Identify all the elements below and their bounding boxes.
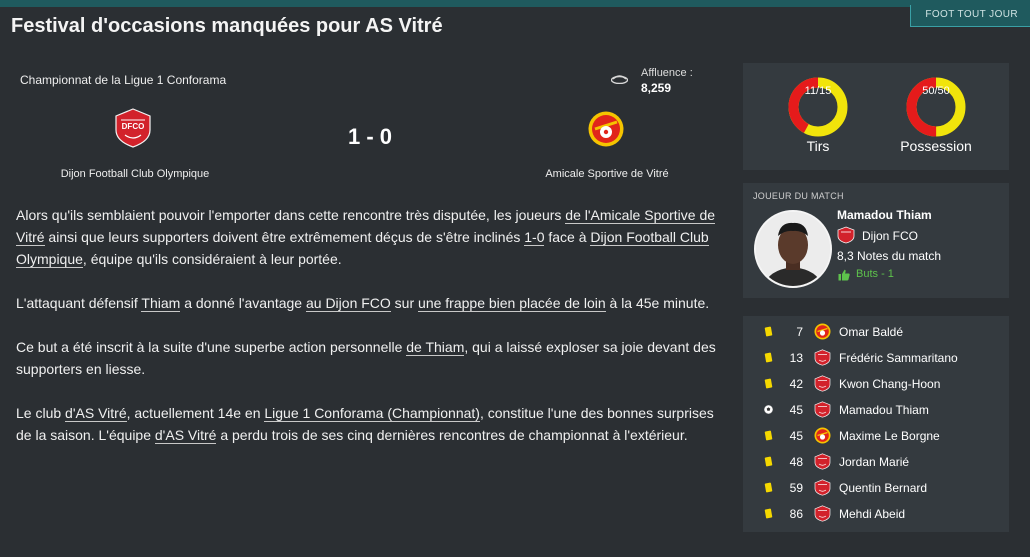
dijon-badge-icon bbox=[814, 453, 831, 470]
dijon-badge-icon bbox=[814, 479, 831, 496]
yellow-card-icon bbox=[764, 456, 773, 467]
event-row[interactable]: 42 Kwon Chang-Hoon bbox=[743, 371, 1009, 397]
event-player-name[interactable]: Frédéric Sammaritano bbox=[839, 351, 958, 365]
article-link[interactable]: au Dijon FCO bbox=[305, 295, 391, 312]
event-row[interactable]: 7 Omar Baldé bbox=[743, 319, 1009, 345]
event-minute: 7 bbox=[796, 325, 803, 339]
event-minute: 45 bbox=[789, 403, 803, 417]
article-text: à la 45e minute. bbox=[605, 295, 710, 311]
event-minute: 86 bbox=[789, 507, 803, 521]
article-link[interactable]: d'AS Vitré bbox=[154, 427, 217, 444]
event-minute: 42 bbox=[789, 377, 803, 391]
dijon-badge-icon bbox=[814, 375, 831, 392]
event-player-name[interactable]: Quentin Bernard bbox=[839, 481, 927, 495]
source-tag[interactable]: FOOT TOUT JOUR bbox=[910, 5, 1030, 27]
player-avatar[interactable] bbox=[754, 210, 832, 288]
article-paragraph: Alors qu'ils semblaient pouvoir l'emport… bbox=[16, 204, 716, 270]
match-stats-panel: 11/15 Tirs 50/50 Possession bbox=[743, 63, 1009, 170]
yellow-card-icon bbox=[764, 326, 773, 337]
article-link[interactable]: 1-0 bbox=[524, 229, 545, 246]
vitre-badge-icon bbox=[814, 323, 831, 340]
article-text: Le club bbox=[16, 405, 66, 421]
article-paragraph: L'attaquant défensif Thiam a donné l'ava… bbox=[16, 292, 716, 314]
motm-title: JOUEUR DU MATCH bbox=[753, 191, 844, 201]
event-minute: 45 bbox=[789, 429, 803, 443]
away-team-name[interactable]: Amicale Sportive de Vitré bbox=[492, 168, 722, 180]
news-article: Alors qu'ils semblaient pouvoir l'emport… bbox=[16, 204, 716, 468]
yellow-card-icon bbox=[764, 378, 773, 389]
event-row[interactable]: 13 Frédéric Sammaritano bbox=[743, 345, 1009, 371]
event-row[interactable]: 59 Quentin Bernard bbox=[743, 475, 1009, 501]
yellow-card-icon bbox=[764, 482, 773, 493]
possession-label: Possession bbox=[900, 138, 972, 154]
attendance-label: Affluence : bbox=[641, 67, 693, 79]
motm-rating: 8,3 Notes du match bbox=[837, 249, 942, 263]
article-text: a perdu trois de ses cinq dernières renc… bbox=[216, 427, 688, 443]
vitre-badge-icon bbox=[814, 427, 831, 444]
thumbs-up-icon bbox=[838, 269, 850, 281]
event-player-name[interactable]: Jordan Marié bbox=[839, 455, 909, 469]
article-paragraph: Le club d'AS Vitré, actuellement 14e en … bbox=[16, 402, 716, 446]
article-text: Alors qu'ils semblaient pouvoir l'emport… bbox=[16, 207, 566, 223]
event-minute: 59 bbox=[789, 481, 803, 495]
top-accent-bar bbox=[0, 0, 1030, 7]
event-minute: 48 bbox=[789, 455, 803, 469]
article-link[interactable]: Ligue 1 Conforama (Championnat) bbox=[264, 405, 480, 422]
article-text: a donné l'avantage bbox=[180, 295, 306, 311]
event-player-name[interactable]: Maxime Le Borgne bbox=[839, 429, 940, 443]
competition-name[interactable]: Championnat de la Ligue 1 Conforama bbox=[20, 73, 226, 87]
article-text: L'attaquant défensif bbox=[16, 295, 142, 311]
article-text: ainsi que leurs supporters doivent être … bbox=[44, 229, 525, 245]
shots-label: Tirs bbox=[806, 138, 830, 154]
dijon-badge-icon bbox=[837, 226, 855, 244]
player-portrait-icon bbox=[756, 212, 830, 286]
player-of-the-match-panel: JOUEUR DU MATCH Mamadou Thiam Dijon FCO … bbox=[743, 183, 1009, 298]
dijon-badge-icon[interactable]: DFCO bbox=[114, 108, 152, 148]
article-text: face à bbox=[544, 229, 591, 245]
stadium-icon bbox=[611, 75, 628, 84]
event-player-name[interactable]: Omar Baldé bbox=[839, 325, 903, 339]
match-summary: Championnat de la Ligue 1 Conforama Affl… bbox=[0, 60, 730, 190]
dijon-badge-icon bbox=[814, 401, 831, 418]
article-text: sur bbox=[390, 295, 419, 311]
match-events-panel: 7 Omar Baldé 13 Frédéric Sammaritano 42 Kwon … bbox=[743, 316, 1009, 532]
headline: Festival d'occasions manquées pour AS Vi… bbox=[11, 15, 443, 37]
article-text: , équipe qu'ils considéraient à leur por… bbox=[82, 251, 342, 267]
motm-goals: Buts - 1 bbox=[856, 268, 894, 280]
event-minute: 13 bbox=[789, 351, 803, 365]
article-link[interactable]: Thiam bbox=[141, 295, 181, 312]
possession-value: 50/50 bbox=[922, 85, 950, 97]
event-player-name[interactable]: Mehdi Abeid bbox=[839, 507, 905, 521]
article-link[interactable]: une frappe bien placée de loin bbox=[418, 295, 606, 312]
dijon-badge-icon bbox=[814, 349, 831, 366]
article-text: Ce but a été inscrit à la suite d'une su… bbox=[16, 339, 407, 355]
event-player-name[interactable]: Mamadou Thiam bbox=[839, 403, 929, 417]
football-icon bbox=[764, 405, 773, 414]
event-row[interactable]: 86 Mehdi Abeid bbox=[743, 501, 1009, 527]
article-link[interactable]: d'AS Vitré bbox=[65, 405, 127, 422]
motm-club-name[interactable]: Dijon FCO bbox=[862, 229, 918, 243]
event-row[interactable]: 45 Maxime Le Borgne bbox=[743, 423, 1009, 449]
article-paragraph: Ce but a été inscrit à la suite d'une su… bbox=[16, 336, 716, 380]
attendance-value: 8,259 bbox=[641, 81, 672, 95]
svg-text:DFCO: DFCO bbox=[122, 122, 145, 131]
yellow-card-icon bbox=[764, 508, 773, 519]
event-row[interactable]: 45 Mamadou Thiam bbox=[743, 397, 1009, 423]
event-row[interactable]: 48 Jordan Marié bbox=[743, 449, 1009, 475]
vitre-badge-icon[interactable] bbox=[587, 110, 625, 148]
event-player-name[interactable]: Kwon Chang-Hoon bbox=[839, 377, 940, 391]
yellow-card-icon bbox=[764, 430, 773, 441]
home-team-name[interactable]: Dijon Football Club Olympique bbox=[20, 168, 250, 180]
article-link[interactable]: de Thiam bbox=[406, 339, 465, 356]
yellow-card-icon bbox=[764, 352, 773, 363]
shots-value: 11/15 bbox=[804, 85, 832, 97]
motm-player-name[interactable]: Mamadou Thiam bbox=[837, 208, 932, 222]
article-text: , actuellement 14e en bbox=[126, 405, 265, 421]
dijon-badge-icon bbox=[814, 505, 831, 522]
score: 1 - 0 bbox=[347, 124, 393, 149]
